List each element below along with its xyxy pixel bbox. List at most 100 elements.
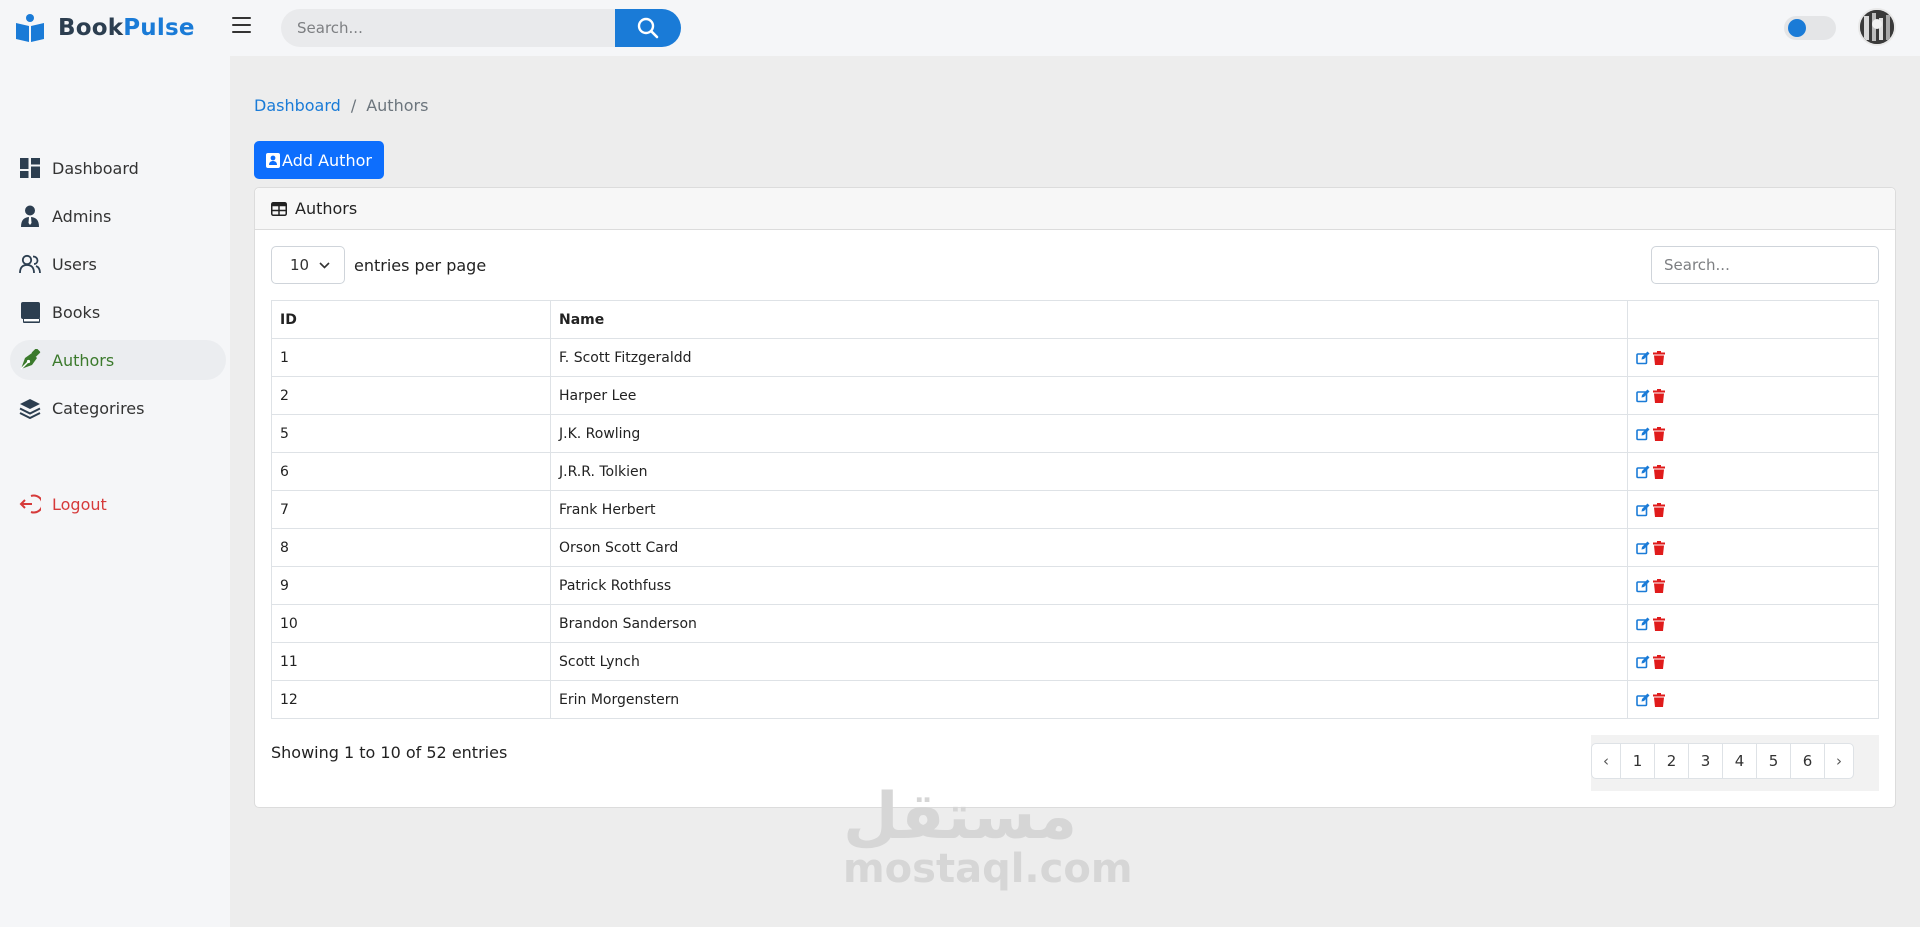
row-actions <box>1636 578 1870 593</box>
sidebar-item-label: Admins <box>52 206 112 226</box>
sidebar-item-users[interactable]: Users <box>10 244 226 284</box>
per-page-control: 10 entries per page <box>271 246 486 284</box>
cell-name: Erin Morgenstern <box>550 680 1628 719</box>
cell-actions <box>1627 452 1879 491</box>
open-book-icon <box>16 14 44 42</box>
pagination-area: ‹ 1 2 3 4 5 6 › <box>1591 735 1879 791</box>
trash-icon[interactable] <box>1653 578 1665 593</box>
edit-icon[interactable] <box>1636 427 1650 441</box>
pagination-next-button[interactable]: › <box>1824 743 1854 779</box>
edit-icon[interactable] <box>1636 693 1650 707</box>
theme-toggle[interactable] <box>1784 16 1836 40</box>
column-header-id[interactable]: ID <box>271 300 551 339</box>
cell-actions <box>1627 642 1879 681</box>
pagination-page-button[interactable]: 5 <box>1756 743 1791 779</box>
cell-name: Frank Herbert <box>550 490 1628 529</box>
table-row: 10 Brandon Sanderson <box>271 604 1879 643</box>
edit-icon[interactable] <box>1636 389 1650 403</box>
per-page-label: entries per page <box>354 255 487 275</box>
trash-icon[interactable] <box>1653 350 1665 365</box>
trash-icon[interactable] <box>1653 502 1665 517</box>
trash-icon[interactable] <box>1653 388 1665 403</box>
cell-id: 1 <box>271 338 551 377</box>
per-page-select[interactable]: 10 <box>271 246 345 284</box>
edit-icon[interactable] <box>1636 579 1650 593</box>
cell-actions <box>1627 490 1879 529</box>
pen-nib-icon <box>19 349 41 371</box>
sidebar-item-books[interactable]: Books <box>10 292 226 332</box>
cell-id: 2 <box>271 376 551 415</box>
cell-name: Orson Scott Card <box>550 528 1628 567</box>
sidebar-item-label: Users <box>52 254 97 274</box>
cell-name: F. Scott Fitzgeraldd <box>550 338 1628 377</box>
pagination-page-button[interactable]: 4 <box>1722 743 1757 779</box>
top-search-button[interactable] <box>615 9 681 47</box>
row-actions <box>1636 654 1870 669</box>
table-search-input[interactable] <box>1651 246 1879 284</box>
sidebar-item-logout[interactable]: Logout <box>10 484 226 524</box>
cell-id: 8 <box>271 528 551 567</box>
sidebar-item-label: Dashboard <box>52 158 139 178</box>
trash-icon[interactable] <box>1653 616 1665 631</box>
edit-icon[interactable] <box>1636 655 1650 669</box>
brand-name: BookPulse <box>58 15 195 41</box>
sidebar-item-categories[interactable]: Categorires <box>10 388 226 428</box>
table-row: 1 F. Scott Fitzgeraldd <box>271 338 1879 377</box>
top-search-input[interactable] <box>281 9 615 47</box>
sidebar-item-authors[interactable]: Authors <box>10 340 226 380</box>
trash-icon[interactable] <box>1653 692 1665 707</box>
table-row: 8 Orson Scott Card <box>271 528 1879 567</box>
table-icon <box>271 201 287 216</box>
add-author-button[interactable]: Add Author <box>254 141 384 179</box>
avatar-image <box>1860 10 1894 44</box>
sidebar-item-label: Books <box>52 302 101 322</box>
pagination-page-button[interactable]: 1 <box>1620 743 1655 779</box>
cell-name: Scott Lynch <box>550 642 1628 681</box>
column-header-actions <box>1627 300 1879 339</box>
row-actions <box>1636 616 1870 631</box>
breadcrumb-dashboard-link[interactable]: Dashboard <box>254 96 341 115</box>
edit-icon[interactable] <box>1636 465 1650 479</box>
watermark-arabic: مستقل <box>843 780 1078 854</box>
cell-actions <box>1627 376 1879 415</box>
column-header-name[interactable]: Name <box>550 300 1628 339</box>
row-actions <box>1636 540 1870 555</box>
cell-actions <box>1627 566 1879 605</box>
menu-toggle-button[interactable] <box>232 17 254 37</box>
brand-logo[interactable]: BookPulse <box>14 12 195 44</box>
edit-icon[interactable] <box>1636 503 1650 517</box>
authors-card: Authors 10 entries per page ID Name 1F. … <box>254 187 1896 808</box>
trash-icon[interactable] <box>1653 426 1665 441</box>
edit-icon[interactable] <box>1636 617 1650 631</box>
admin-user-icon <box>19 205 41 227</box>
dashboard-grid-icon <box>19 157 41 179</box>
trash-icon[interactable] <box>1653 540 1665 555</box>
pagination-page-button[interactable]: 6 <box>1790 743 1825 779</box>
cell-actions <box>1627 604 1879 643</box>
cell-actions <box>1627 680 1879 719</box>
trash-icon[interactable] <box>1653 464 1665 479</box>
logout-icon <box>19 493 41 515</box>
breadcrumb-separator: / <box>350 95 357 115</box>
pagination-page-button[interactable]: 3 <box>1688 743 1723 779</box>
row-actions <box>1636 692 1870 707</box>
cell-name: J.K. Rowling <box>550 414 1628 453</box>
chevron-down-icon <box>319 262 330 269</box>
pagination-page-button[interactable]: 2 <box>1654 743 1689 779</box>
toggle-knob <box>1788 19 1806 37</box>
table-row: 5 J.K. Rowling <box>271 414 1879 453</box>
avatar[interactable] <box>1858 8 1896 46</box>
sidebar-item-dashboard[interactable]: Dashboard <box>10 148 226 188</box>
card-title: Authors <box>295 199 358 218</box>
sidebar-item-admins[interactable]: Admins <box>10 196 226 236</box>
pagination-prev-button[interactable]: ‹ <box>1591 743 1621 779</box>
add-user-icon <box>266 152 281 168</box>
pagination: ‹ 1 2 3 4 5 6 › <box>1591 743 1854 779</box>
table-row: 2 Harper Lee <box>271 376 1879 415</box>
trash-icon[interactable] <box>1653 654 1665 669</box>
edit-icon[interactable] <box>1636 541 1650 555</box>
book-icon <box>19 301 41 323</box>
edit-icon[interactable] <box>1636 351 1650 365</box>
authors-table: ID Name 1 F. Scott Fitzgeraldd 2 Harper Lee… <box>271 300 1879 719</box>
table-row: 7 Frank Herbert <box>271 490 1879 529</box>
